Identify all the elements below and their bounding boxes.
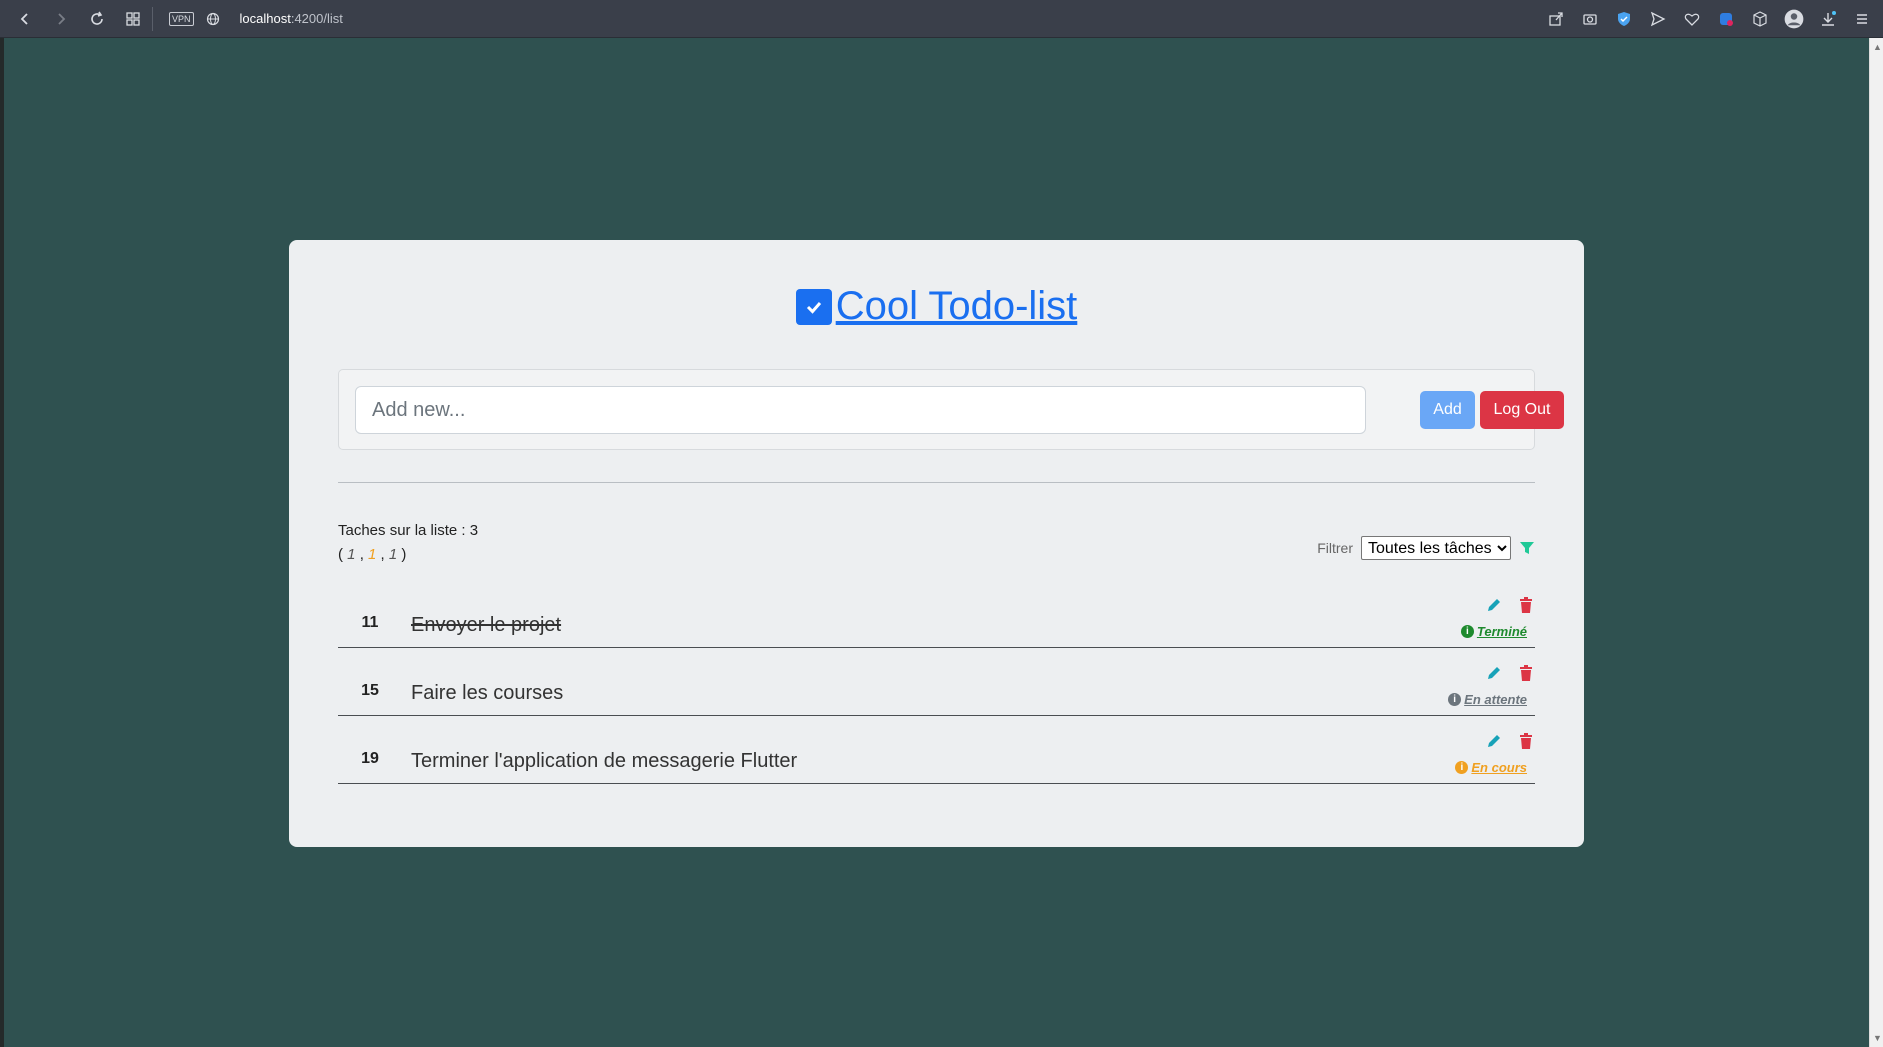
task-id: 15 (361, 682, 379, 699)
count-waiting: 1 (388, 546, 398, 563)
share-icon[interactable] (1545, 8, 1567, 30)
shield-icon[interactable] (1613, 8, 1635, 30)
url-path: :4200/list (290, 11, 343, 26)
task-summary: Taches sur la liste : 3 ( 1 , 1 , 1 ) (338, 519, 478, 567)
count-done: 1 (347, 546, 356, 563)
info-icon: i (1448, 693, 1462, 706)
counts-close-paren: ) (401, 546, 407, 563)
menu-icon[interactable] (1851, 8, 1873, 30)
edit-pencil-icon[interactable] (1485, 732, 1503, 750)
vpn-badge[interactable]: VPN (169, 11, 194, 26)
title-link[interactable]: Cool Todo-list (795, 284, 1078, 329)
counts-separator: , (380, 546, 385, 563)
task-id: 19 (361, 750, 379, 767)
filter-icon[interactable] (1519, 540, 1535, 556)
delete-trash-icon[interactable] (1517, 596, 1535, 614)
forward-icon[interactable] (50, 8, 72, 30)
count-in-progress: 1 (368, 546, 377, 563)
edit-pencil-icon[interactable] (1485, 596, 1503, 614)
extension-icon[interactable] (1715, 8, 1737, 30)
globe-icon (202, 8, 224, 30)
status-counts: ( 1 , 1 , 1 ) (338, 543, 478, 567)
info-icon: i (1455, 761, 1469, 774)
back-icon[interactable] (14, 8, 36, 30)
address-bar[interactable]: localhost:4200/list (240, 11, 343, 26)
status-label: En cours (1471, 760, 1527, 775)
divider (338, 482, 1535, 483)
filter-bar: Filtrer Toutes les tâches (1317, 536, 1535, 560)
profile-avatar-icon[interactable] (1783, 8, 1805, 30)
heart-icon[interactable] (1681, 8, 1703, 30)
task-text: Envoyer le projet (411, 614, 562, 636)
send-icon[interactable] (1647, 8, 1669, 30)
scroll-up-icon[interactable]: ▲ (1873, 42, 1882, 52)
checkbox-icon (795, 288, 832, 325)
title-text: Cool Todo-list (835, 284, 1078, 328)
url-host: localhost (239, 11, 291, 26)
delete-trash-icon[interactable] (1517, 664, 1535, 682)
counts-open-paren: ( (338, 546, 343, 563)
camera-icon[interactable] (1579, 8, 1601, 30)
new-task-input[interactable] (355, 386, 1366, 434)
browser-toolbar: VPN localhost:4200/list (0, 0, 1883, 38)
logout-button[interactable]: Log Out (1480, 391, 1564, 429)
status-in-progress-link[interactable]: i En cours (1455, 760, 1527, 775)
add-button[interactable]: Add (1420, 391, 1475, 429)
task-text: Terminer l'application de messagerie Flu… (411, 750, 798, 772)
filter-select[interactable]: Toutes les tâches (1361, 536, 1511, 560)
add-task-form: Add Log Out (338, 369, 1564, 450)
edit-pencil-icon[interactable] (1485, 664, 1503, 682)
cube-icon[interactable] (1749, 8, 1771, 30)
task-row: 11 Envoyer le projet i Terminé (338, 580, 1535, 648)
scroll-down-icon[interactable]: ▼ (1873, 1033, 1882, 1043)
task-row: 19 Terminer l'application de messagerie … (338, 716, 1535, 784)
task-actions (1485, 596, 1535, 614)
reload-icon[interactable] (86, 8, 108, 30)
filter-label: Filtrer (1317, 540, 1353, 556)
status-waiting-link[interactable]: i En attente (1448, 692, 1527, 707)
task-text: Faire les courses (411, 682, 564, 704)
toolbar-divider (152, 6, 153, 31)
tabs-grid-icon[interactable] (122, 8, 144, 30)
status-label: En attente (1464, 692, 1527, 707)
task-actions (1485, 664, 1535, 682)
task-id: 11 (361, 614, 379, 631)
info-icon: i (1460, 625, 1474, 638)
page-left-edge (0, 38, 4, 1047)
status-done-link[interactable]: i Terminé (1460, 624, 1527, 639)
counts-separator: , (359, 546, 364, 563)
task-list: 11 Envoyer le projet i Terminé 15 Faire … (338, 580, 1535, 784)
download-icon[interactable] (1817, 8, 1839, 30)
page-title: Cool Todo-list (289, 284, 1584, 329)
todo-card: Cool Todo-list Add Log Out Taches sur la… (289, 240, 1584, 847)
page-scrollbar[interactable]: ▲ ▼ (1869, 38, 1883, 1047)
status-label: Terminé (1476, 624, 1527, 639)
task-actions (1485, 732, 1535, 750)
delete-trash-icon[interactable] (1517, 732, 1535, 750)
task-count: Taches sur la liste : 3 (338, 522, 479, 539)
task-row: 15 Faire les courses i En attente (338, 648, 1535, 716)
